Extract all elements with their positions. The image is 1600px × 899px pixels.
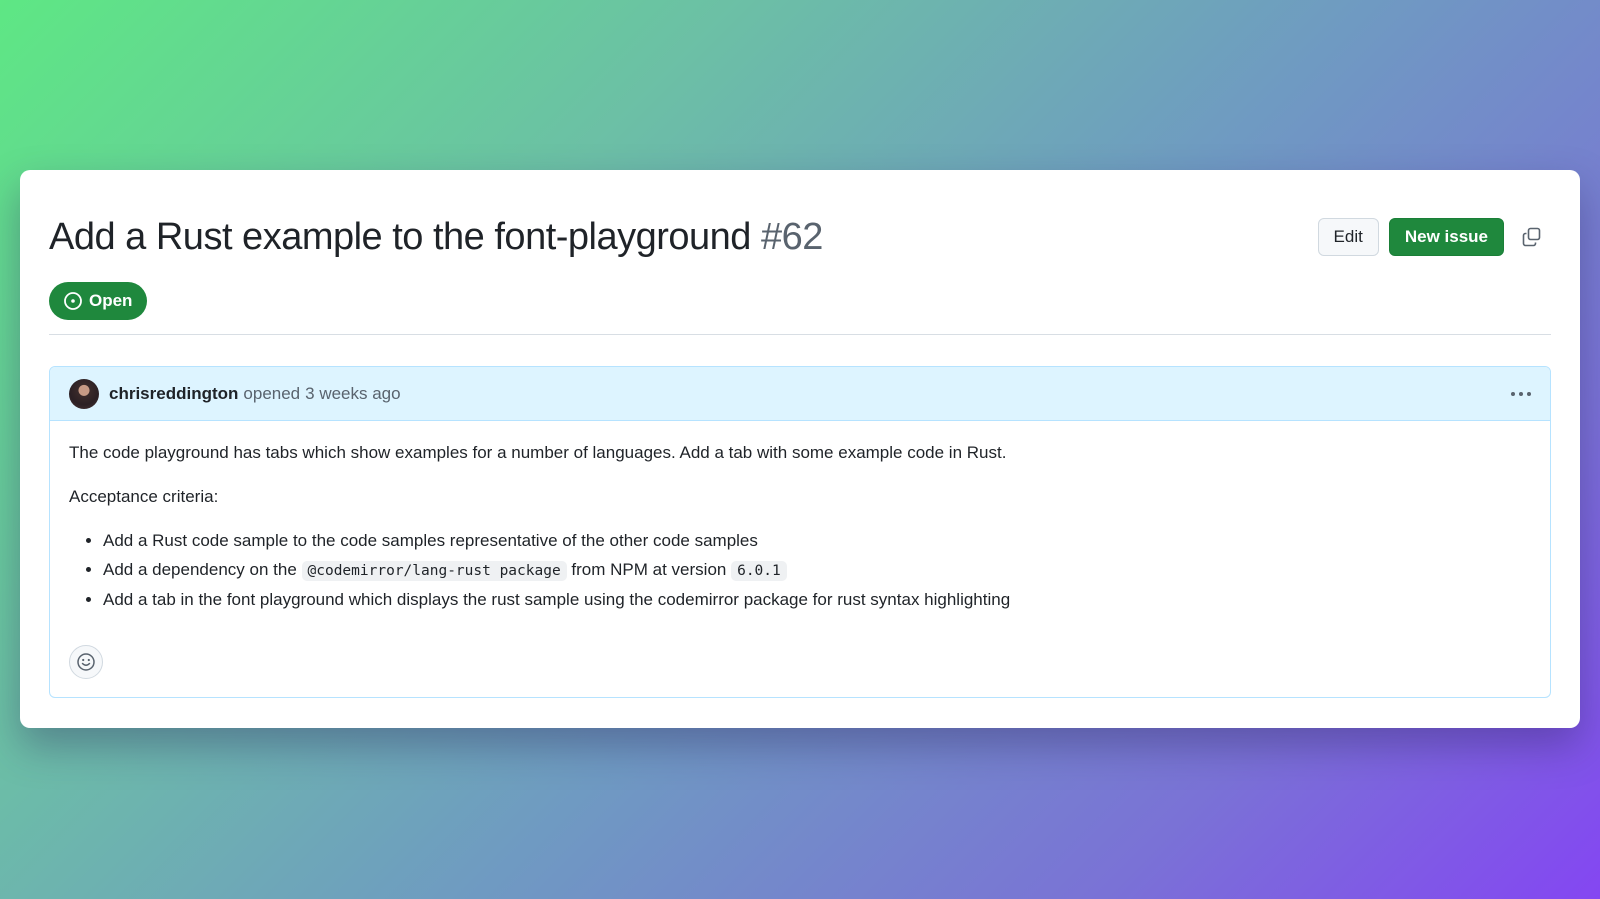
copy-icon[interactable] bbox=[1518, 223, 1546, 251]
comment-body: The code playground has tabs which show … bbox=[50, 421, 1550, 612]
list-item-text: Add a dependency on the bbox=[103, 560, 297, 579]
comment-header: chrisreddington opened 3 weeks ago bbox=[50, 367, 1550, 421]
issue-opened-icon bbox=[63, 291, 83, 311]
issue-actions: Edit New issue bbox=[1317, 218, 1546, 256]
comment-timestamp[interactable]: 3 weeks ago bbox=[305, 384, 400, 404]
kebab-horizontal-icon[interactable] bbox=[1506, 382, 1536, 406]
comment-action: opened bbox=[243, 383, 301, 403]
issue-state-label: Open bbox=[89, 291, 133, 310]
list-item: Add a dependency on the @codemirror/lang… bbox=[103, 558, 1531, 583]
issue-title: Add a Rust example to the font-playgroun… bbox=[49, 216, 823, 259]
criteria-list: Add a Rust code sample to the code sampl… bbox=[69, 529, 1531, 612]
issue-comment: chrisreddington opened 3 weeks ago The c… bbox=[49, 366, 1551, 698]
edit-button[interactable]: Edit bbox=[1317, 218, 1379, 256]
issue-title-text: Add a Rust example to the font-playgroun… bbox=[49, 216, 751, 258]
inline-code: 6.0.1 bbox=[731, 561, 787, 581]
new-issue-button[interactable]: New issue bbox=[1388, 218, 1504, 256]
header-divider bbox=[49, 334, 1551, 335]
avatar[interactable] bbox=[69, 378, 99, 409]
comment-author[interactable]: chrisreddington bbox=[109, 384, 238, 404]
criteria-heading: Acceptance criteria: bbox=[69, 487, 219, 506]
issue-card: Add a Rust example to the font-playgroun… bbox=[20, 170, 1580, 728]
list-item-text: from NPM at version bbox=[571, 560, 727, 579]
smiley-icon[interactable] bbox=[69, 645, 103, 679]
list-item: Add a tab in the font playground which d… bbox=[103, 588, 1531, 612]
body-paragraph: The code playground has tabs which show … bbox=[69, 443, 1007, 462]
list-item: Add a Rust code sample to the code sampl… bbox=[103, 529, 1531, 553]
list-item-text: Add a Rust code sample to the code sampl… bbox=[103, 531, 758, 550]
issue-number: #62 bbox=[761, 216, 823, 258]
issue-state-badge: Open bbox=[49, 282, 148, 320]
inline-code: @codemirror/lang-rust package bbox=[301, 561, 567, 581]
list-item-text: Add a tab in the font playground which d… bbox=[103, 590, 1011, 609]
